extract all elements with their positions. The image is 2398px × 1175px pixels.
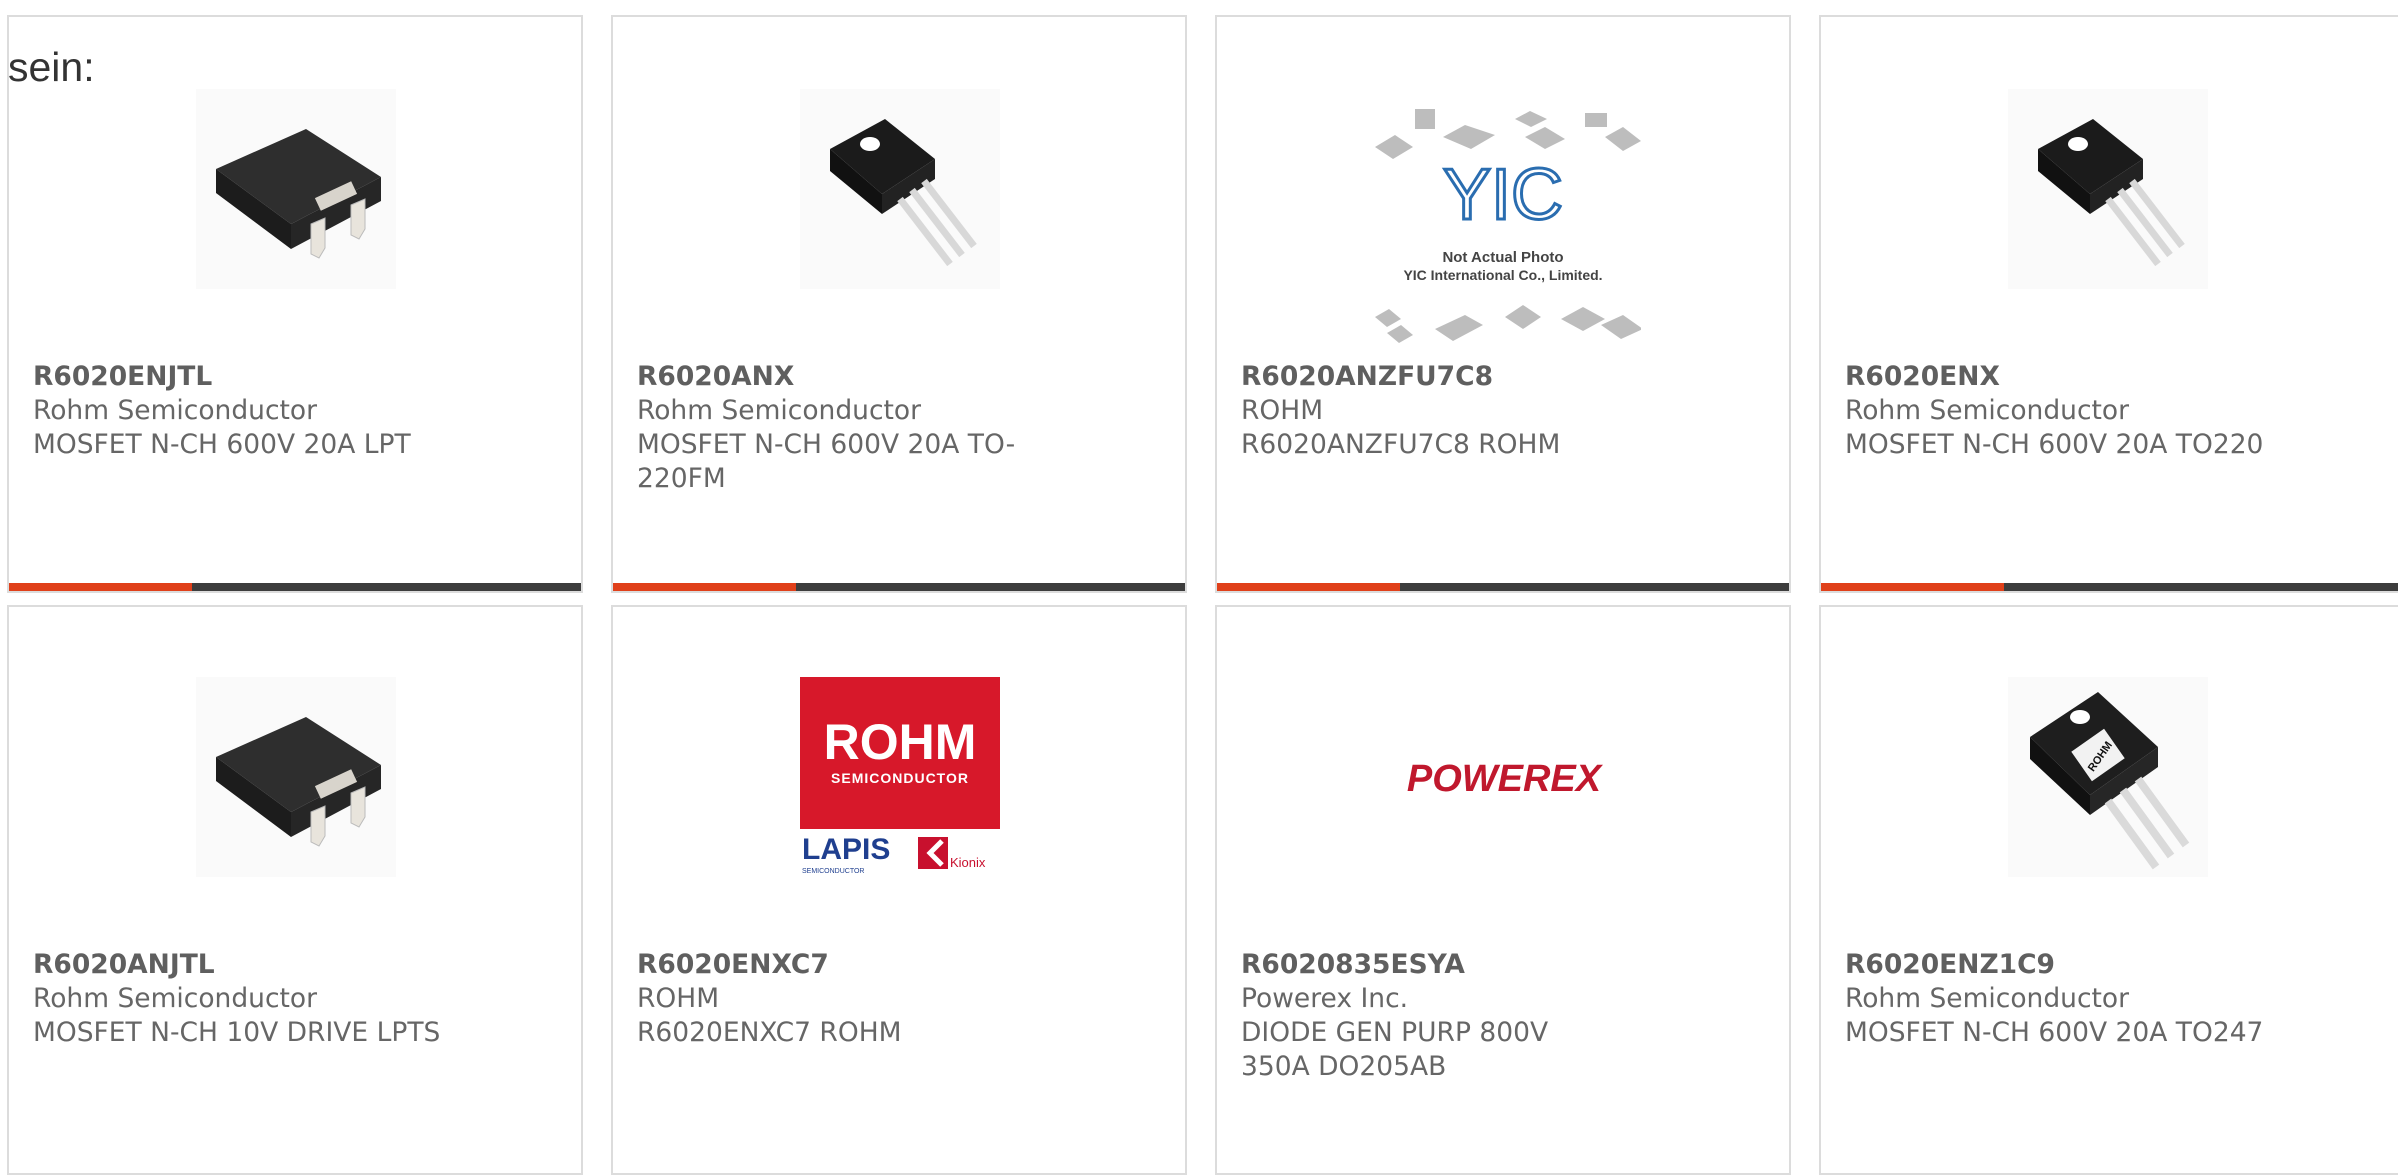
part-number[interactable]: R6020ANZFU7C8	[1241, 360, 1681, 394]
description: MOSFET N-CH 600V 20A TO-220FM	[637, 429, 1016, 494]
to247-package-icon: ROHM	[2008, 677, 2208, 877]
manufacturer: Rohm Semiconductor	[637, 395, 922, 426]
product-card-r6020anjtl[interactable]: R6020ANJTL Rohm Semiconductor MOSFET N-C…	[7, 605, 583, 1175]
description: DIODE GEN PURP 800V 350A DO205AB	[1241, 1017, 1549, 1082]
card-bar-accent	[613, 583, 796, 591]
lapis-sub-text: SEMICONDUCTOR	[802, 868, 864, 875]
intro-text: sein:	[8, 44, 95, 90]
part-number[interactable]: R6020ENZ1C9	[1845, 948, 2285, 982]
card-bar-accent	[1217, 583, 1400, 591]
yic-placeholder-image: YIC Not Actual Photo YIC International C…	[1365, 107, 1641, 357]
manufacturer: ROHM	[1241, 395, 1324, 426]
yic-logo: YIC	[1443, 155, 1563, 235]
product-card-r6020anx[interactable]: R6020ANX Rohm Semiconductor MOSFET N-CH …	[611, 15, 1187, 593]
rohm-brand-text: ROHM	[824, 714, 977, 770]
manufacturer: Rohm Semiconductor	[33, 395, 318, 426]
not-actual-photo-text: Not Actual Photo	[1442, 249, 1563, 266]
lapis-text: LAPIS	[802, 833, 890, 866]
description: MOSFET N-CH 10V DRIVE LPTS	[33, 1017, 441, 1048]
kionix-text: Kionix	[950, 855, 986, 870]
part-number[interactable]: R6020ANJTL	[33, 948, 473, 982]
card-bar	[9, 583, 581, 591]
description: MOSFET N-CH 600V 20A TO220	[1845, 429, 2264, 460]
manufacturer: Powerex Inc.	[1241, 983, 1409, 1014]
card-bar	[1217, 583, 1789, 591]
description: R6020ENXC7 ROHM	[637, 1017, 902, 1048]
part-number[interactable]: R6020ANX	[637, 360, 1077, 394]
description: MOSFET N-CH 600V 20A LPT	[33, 429, 411, 460]
manufacturer: Rohm Semiconductor	[1845, 395, 2130, 426]
manufacturer: Rohm Semiconductor	[1845, 983, 2130, 1014]
product-card-r6020enz1c9[interactable]: ROHM R6020ENZ1C9 Rohm Semiconductor MOSF…	[1819, 605, 2398, 1175]
powerex-brand-text: POWEREX	[1407, 758, 1604, 800]
card-bar	[1821, 583, 2398, 591]
card-bar	[613, 583, 1185, 591]
rohm-sub-text: SEMICONDUCTOR	[831, 770, 969, 786]
product-card-r6020enx[interactable]: R6020ENX Rohm Semiconductor MOSFET N-CH …	[1819, 15, 2398, 593]
product-card-r6020enjtl[interactable]: R6020ENJTL Rohm Semiconductor MOSFET N-C…	[7, 15, 583, 593]
d2pak-package-icon	[196, 677, 396, 877]
manufacturer: Rohm Semiconductor	[33, 983, 318, 1014]
d2pak-package-icon	[196, 89, 396, 289]
product-card-r6020835esya[interactable]: POWEREX R6020835ESYA Powerex Inc. DIODE …	[1215, 605, 1791, 1175]
description: R6020ANZFU7C8 ROHM	[1241, 429, 1561, 460]
part-number[interactable]: R6020ENJTL	[33, 360, 473, 394]
card-bar-accent	[1821, 583, 2004, 591]
to220-package-icon	[2008, 89, 2208, 289]
manufacturer: ROHM	[637, 983, 720, 1014]
to220-package-icon	[800, 89, 1000, 289]
powerex-logo: POWEREX	[1404, 677, 1604, 877]
card-bar-accent	[9, 583, 192, 591]
yic-company-text: YIC International Co., Limited.	[1403, 267, 1602, 283]
part-number[interactable]: R6020ENXC7	[637, 948, 1077, 982]
part-number[interactable]: R6020835ESYA	[1241, 948, 1681, 982]
rohm-logo: ROHM SEMICONDUCTOR LAPIS SEMICONDUCTOR K…	[800, 677, 1000, 877]
part-number[interactable]: R6020ENX	[1845, 360, 2285, 394]
product-card-r6020anzfu7c8[interactable]: YIC Not Actual Photo YIC International C…	[1215, 15, 1791, 593]
product-card-r6020enxc7[interactable]: ROHM SEMICONDUCTOR LAPIS SEMICONDUCTOR K…	[611, 605, 1187, 1175]
description: MOSFET N-CH 600V 20A TO247	[1845, 1017, 2264, 1048]
